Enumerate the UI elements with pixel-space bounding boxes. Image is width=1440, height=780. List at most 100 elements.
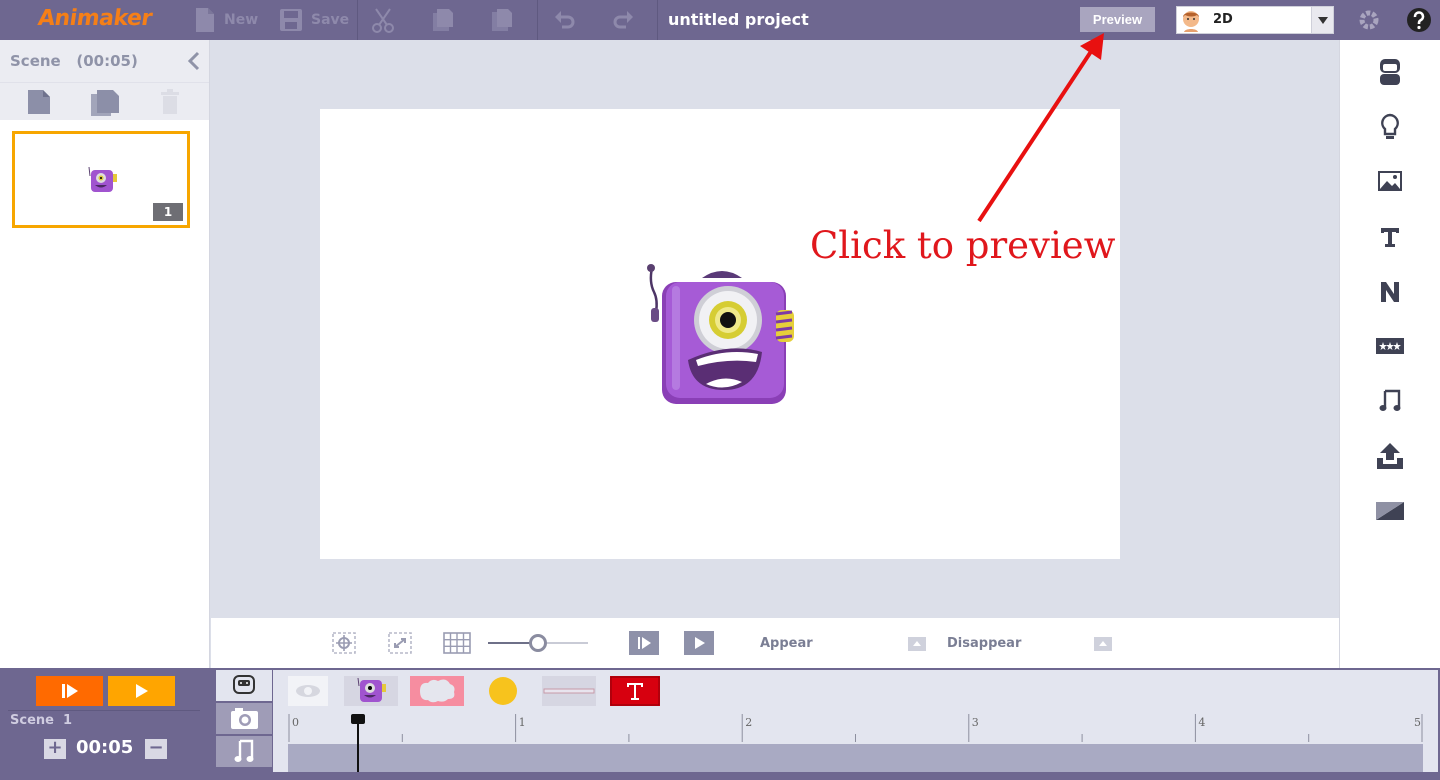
animaker-logo: Animaker bbox=[36, 6, 154, 31]
redo-icon bbox=[613, 11, 633, 29]
duplicate-scene-icon[interactable] bbox=[90, 89, 120, 117]
copy-button[interactable] bbox=[431, 0, 455, 40]
play-step-icon bbox=[638, 637, 651, 649]
timeline-object-text[interactable] bbox=[610, 676, 660, 706]
right-toolbar bbox=[1339, 40, 1440, 668]
paste-icon bbox=[492, 9, 512, 31]
timeline-object-cloud[interactable] bbox=[410, 676, 464, 706]
tab-camera[interactable] bbox=[216, 703, 272, 734]
ruler-label: 4 bbox=[1198, 716, 1206, 729]
fit-screen-icon[interactable] bbox=[387, 631, 413, 655]
zoom-slider[interactable] bbox=[488, 634, 588, 652]
background-icon bbox=[1376, 502, 1404, 520]
undo-button[interactable] bbox=[554, 0, 576, 40]
character-tool[interactable] bbox=[1376, 58, 1404, 86]
disappear-label: Disappear bbox=[947, 636, 1022, 651]
add-scene-icon[interactable] bbox=[27, 89, 51, 115]
chevron-left-icon[interactable] bbox=[187, 51, 201, 71]
timeline-object-line[interactable] bbox=[542, 676, 596, 706]
new-button-label: New bbox=[224, 12, 259, 28]
rating-icon bbox=[1376, 338, 1404, 354]
increase-duration-button[interactable]: + bbox=[44, 739, 66, 759]
play-all-button[interactable] bbox=[108, 676, 175, 706]
character-icon bbox=[233, 675, 255, 694]
toolbar-divider bbox=[357, 0, 358, 40]
image-tool[interactable] bbox=[1376, 167, 1404, 195]
preview-button[interactable]: Preview bbox=[1080, 7, 1155, 32]
copy-icon bbox=[433, 9, 453, 31]
idea-icon bbox=[1381, 113, 1399, 139]
text-tool[interactable] bbox=[1376, 223, 1404, 251]
cut-button[interactable] bbox=[371, 0, 395, 40]
number-tool[interactable] bbox=[1376, 278, 1404, 306]
play-step-icon bbox=[62, 684, 78, 698]
redo-button[interactable] bbox=[612, 0, 634, 40]
save-icon bbox=[280, 9, 302, 31]
paste-button[interactable] bbox=[490, 0, 514, 40]
text-icon bbox=[1381, 228, 1399, 247]
upload-icon bbox=[1377, 443, 1403, 469]
decrease-duration-button[interactable]: − bbox=[145, 739, 167, 759]
scene-panel-title: Scene (00:05) bbox=[10, 52, 138, 70]
cloud-shape-icon bbox=[420, 679, 455, 703]
circle-shape-icon bbox=[489, 677, 517, 705]
play-button[interactable] bbox=[684, 631, 714, 655]
save-button[interactable]: Save bbox=[279, 0, 349, 40]
character-avatar-icon bbox=[1183, 11, 1199, 32]
timeline-track[interactable] bbox=[288, 744, 1423, 772]
props-tool[interactable] bbox=[1376, 113, 1404, 141]
music-icon bbox=[234, 739, 254, 762]
upload-tool[interactable] bbox=[1376, 442, 1404, 470]
image-icon bbox=[1378, 171, 1402, 191]
toolbar-divider bbox=[657, 0, 658, 40]
camera-icon bbox=[231, 708, 258, 729]
playhead[interactable] bbox=[350, 714, 365, 772]
new-button[interactable]: New bbox=[194, 0, 258, 40]
trash-icon[interactable] bbox=[160, 89, 180, 115]
timeline-object-character[interactable] bbox=[344, 676, 398, 706]
scene-tools bbox=[0, 82, 209, 120]
appear-label: Appear bbox=[760, 636, 813, 651]
zoom-slider-knob[interactable] bbox=[529, 634, 547, 652]
play-from-start-button[interactable] bbox=[629, 631, 659, 655]
music-tool[interactable] bbox=[1376, 387, 1404, 415]
tab-music[interactable] bbox=[216, 736, 272, 767]
help-icon[interactable] bbox=[1406, 7, 1432, 33]
ruler-ticks bbox=[288, 714, 1423, 742]
new-file-icon bbox=[196, 8, 214, 32]
play-icon bbox=[136, 684, 148, 698]
background-tool[interactable] bbox=[1376, 497, 1404, 525]
eye-icon bbox=[296, 685, 320, 697]
gear-icon[interactable] bbox=[1356, 7, 1382, 33]
scene-thumbnail[interactable]: 1 bbox=[12, 131, 190, 228]
chevron-down-icon[interactable] bbox=[1311, 7, 1333, 33]
disappear-dropdown-button[interactable] bbox=[1094, 637, 1112, 651]
ruler-label: 1 bbox=[518, 716, 526, 729]
ruler-label: 0 bbox=[292, 716, 299, 729]
grid-icon[interactable] bbox=[443, 631, 471, 655]
mode-select-value: 2D bbox=[1213, 12, 1233, 27]
character-icon bbox=[1380, 59, 1400, 85]
rating-tool[interactable] bbox=[1376, 332, 1404, 360]
line-shape-icon bbox=[543, 688, 595, 694]
scene-number-badge: 1 bbox=[153, 203, 183, 221]
appear-dropdown-button[interactable] bbox=[908, 637, 926, 651]
save-button-label: Save bbox=[311, 12, 350, 28]
timeline-object-circle[interactable] bbox=[476, 676, 530, 706]
play-scene-button[interactable] bbox=[36, 676, 103, 706]
text-object-icon bbox=[610, 676, 660, 706]
timeline-ruler[interactable]: 0 1 2 3 4 5 bbox=[288, 712, 1423, 742]
robot-character[interactable] bbox=[636, 260, 806, 410]
mode-select[interactable]: 2D bbox=[1176, 6, 1334, 34]
timeline-object-visibility[interactable] bbox=[288, 676, 328, 706]
scene-panel: Scene (00:05) 1 bbox=[0, 40, 210, 668]
number-icon bbox=[1381, 282, 1399, 302]
undo-icon bbox=[555, 11, 575, 29]
center-icon[interactable] bbox=[331, 631, 357, 655]
scene-duration: 00:05 bbox=[76, 737, 134, 758]
top-bar: Animaker New Save untitled project Previ… bbox=[0, 0, 1440, 40]
scissors-icon bbox=[372, 8, 394, 33]
project-title[interactable]: untitled project bbox=[668, 10, 809, 29]
toolbar-divider bbox=[537, 0, 538, 40]
tab-characters[interactable] bbox=[216, 670, 272, 701]
